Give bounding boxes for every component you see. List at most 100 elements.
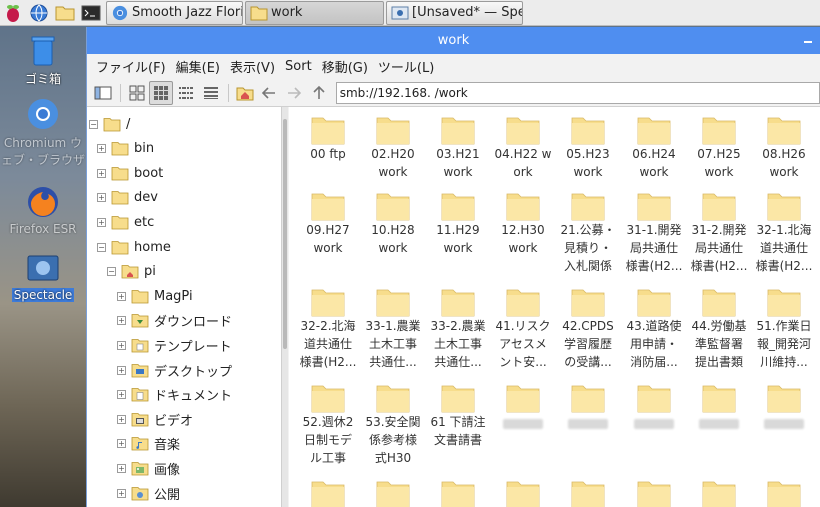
side-pane-button[interactable] bbox=[91, 81, 115, 105]
tree-item[interactable]: + bin bbox=[97, 138, 154, 160]
menu-edit[interactable]: 編集(E) bbox=[171, 57, 225, 76]
collapse-icon[interactable]: − bbox=[89, 119, 98, 129]
expand-icon[interactable]: + bbox=[117, 340, 126, 350]
forward-button[interactable] bbox=[282, 81, 306, 105]
file-item[interactable]: 33-1.農業 土木工事 共通仕... bbox=[360, 287, 426, 371]
task-work[interactable]: work bbox=[245, 0, 384, 25]
file-item[interactable] bbox=[490, 479, 556, 507]
file-item[interactable]: 11.H29 work bbox=[425, 191, 491, 257]
file-item[interactable]: 09.H27 work bbox=[295, 191, 361, 257]
back-button[interactable] bbox=[257, 81, 281, 105]
tree-item[interactable]: + ビデオ bbox=[117, 408, 193, 430]
menu-view[interactable]: 表示(V) bbox=[225, 57, 280, 76]
expand-icon[interactable]: + bbox=[117, 390, 126, 400]
file-item[interactable]: 61 下請注 文書請書 bbox=[425, 383, 491, 449]
file-item[interactable] bbox=[751, 479, 817, 507]
file-item[interactable]: 33-2.農業 土木工事 共通仕... bbox=[425, 287, 491, 371]
expand-icon[interactable]: + bbox=[117, 316, 126, 326]
file-item[interactable]: 00 ftp bbox=[295, 115, 361, 163]
file-item[interactable]: 32-1.北海 道共通仕 様書(H2... bbox=[751, 191, 817, 275]
tree-item[interactable]: + ドキュメント bbox=[117, 384, 232, 406]
expand-icon[interactable]: + bbox=[117, 463, 126, 473]
collapse-icon[interactable]: − bbox=[107, 267, 116, 277]
tree-item[interactable]: + MagPi bbox=[117, 285, 193, 307]
file-item[interactable]: 52.週休2 日制モデ ル工事 bbox=[295, 383, 361, 467]
up-button[interactable] bbox=[307, 81, 331, 105]
file-item[interactable]: 10.H28 work bbox=[360, 191, 426, 257]
expand-icon[interactable]: + bbox=[117, 439, 126, 449]
tree-item[interactable]: + 画像 bbox=[117, 457, 180, 479]
file-item[interactable] bbox=[686, 383, 752, 429]
tree-item[interactable]: − / bbox=[89, 113, 130, 135]
file-item[interactable]: 12.H30 work bbox=[490, 191, 556, 257]
file-item[interactable] bbox=[751, 383, 817, 429]
icon-view-button[interactable] bbox=[125, 81, 149, 105]
desktop-firefox[interactable]: Firefox ESR bbox=[0, 184, 86, 236]
tree-item[interactable]: − home bbox=[97, 236, 171, 258]
tree-item[interactable]: + 公開 bbox=[117, 482, 180, 504]
file-item[interactable] bbox=[360, 479, 426, 507]
desktop-trash[interactable]: ゴミ箱 bbox=[0, 32, 86, 87]
file-item[interactable]: 07.H25 work bbox=[686, 115, 752, 181]
tree-item[interactable]: + dev bbox=[97, 187, 158, 209]
file-item[interactable] bbox=[555, 479, 621, 507]
file-item[interactable]: 04.H22 w ork bbox=[490, 115, 556, 181]
file-item[interactable]: 43.道路使 用申請・ 消防届... bbox=[621, 287, 687, 371]
file-item[interactable] bbox=[621, 383, 687, 429]
task-smooth-jazz[interactable]: Smooth Jazz Flori bbox=[106, 0, 243, 25]
file-item[interactable]: 21.公募・ 見積り・ 入札関係 bbox=[555, 191, 621, 275]
expand-icon[interactable]: + bbox=[117, 488, 126, 498]
expand-icon[interactable]: + bbox=[97, 217, 106, 227]
tree-item[interactable]: + boot bbox=[97, 162, 163, 184]
web-browser-icon[interactable] bbox=[26, 1, 52, 25]
window-titlebar[interactable]: work bbox=[87, 27, 820, 54]
expand-icon[interactable]: + bbox=[97, 144, 106, 154]
file-item[interactable]: 03.H21 work bbox=[425, 115, 491, 181]
file-manager-icon[interactable] bbox=[52, 1, 78, 25]
tree-item[interactable]: + 音楽 bbox=[117, 433, 180, 455]
compact-view-button[interactable] bbox=[174, 81, 198, 105]
file-item[interactable]: 51.作業日 報_開発河 川維持... bbox=[751, 287, 817, 371]
file-item[interactable]: 02.H20 work bbox=[360, 115, 426, 181]
menu-file[interactable]: ファイル(F) bbox=[91, 57, 171, 76]
menu-tools[interactable]: ツール(L) bbox=[373, 57, 439, 76]
thumbnail-view-button[interactable] bbox=[149, 80, 174, 105]
expand-icon[interactable]: + bbox=[117, 365, 126, 375]
terminal-icon[interactable] bbox=[78, 1, 104, 25]
menu-go[interactable]: 移動(G) bbox=[317, 57, 373, 76]
file-item[interactable]: 44.労働基 準監督署 提出書類 bbox=[686, 287, 752, 371]
raspberry-menu-icon[interactable] bbox=[0, 1, 26, 25]
file-item[interactable]: 42.CPDS 学習履歴 の受講... bbox=[555, 287, 621, 371]
tree-item[interactable]: + ダウンロード bbox=[117, 310, 232, 332]
tree-item[interactable]: + デスクトップ bbox=[117, 359, 232, 381]
file-item[interactable] bbox=[490, 383, 556, 429]
file-item[interactable]: 53.安全関 係参考様 式H30 bbox=[360, 383, 426, 467]
task-spectacle[interactable]: [Unsaved* — Spe bbox=[386, 0, 523, 25]
file-item[interactable] bbox=[686, 479, 752, 507]
minimize-icon[interactable] bbox=[802, 33, 814, 45]
tree-scrollbar[interactable] bbox=[282, 107, 288, 507]
address-bar[interactable]: smb://192.168. /work bbox=[335, 81, 820, 104]
expand-icon[interactable]: + bbox=[117, 414, 126, 424]
collapse-icon[interactable]: − bbox=[97, 242, 106, 252]
expand-icon[interactable]: + bbox=[117, 291, 126, 301]
file-item[interactable]: 41.リスク アセスメ ント安... bbox=[490, 287, 556, 371]
desktop-spectacle[interactable]: Spectacle bbox=[0, 250, 86, 302]
home-button[interactable] bbox=[233, 81, 257, 105]
tree-item[interactable]: + テンプレート bbox=[117, 334, 232, 356]
list-view-button[interactable] bbox=[199, 81, 223, 105]
file-item[interactable]: 31-2.開発 局共通仕 様書(H2... bbox=[686, 191, 752, 275]
file-item[interactable] bbox=[425, 479, 491, 507]
expand-icon[interactable]: + bbox=[97, 168, 106, 178]
expand-icon[interactable]: + bbox=[97, 193, 106, 203]
file-item[interactable]: 05.H23 work bbox=[555, 115, 621, 181]
tree-scroll-thumb[interactable] bbox=[283, 119, 287, 349]
file-item[interactable] bbox=[555, 383, 621, 429]
file-item[interactable]: 06.H24 work bbox=[621, 115, 687, 181]
tree-item[interactable]: − pi bbox=[107, 261, 156, 283]
file-item[interactable] bbox=[295, 479, 361, 507]
file-item[interactable]: 08.H26 work bbox=[751, 115, 817, 181]
file-item[interactable] bbox=[621, 479, 687, 507]
desktop-chromium[interactable]: Chromium ウェブ・ブラウザ bbox=[0, 96, 86, 168]
file-item[interactable]: 32-2.北海 道共通仕 様書(H2... bbox=[295, 287, 361, 371]
